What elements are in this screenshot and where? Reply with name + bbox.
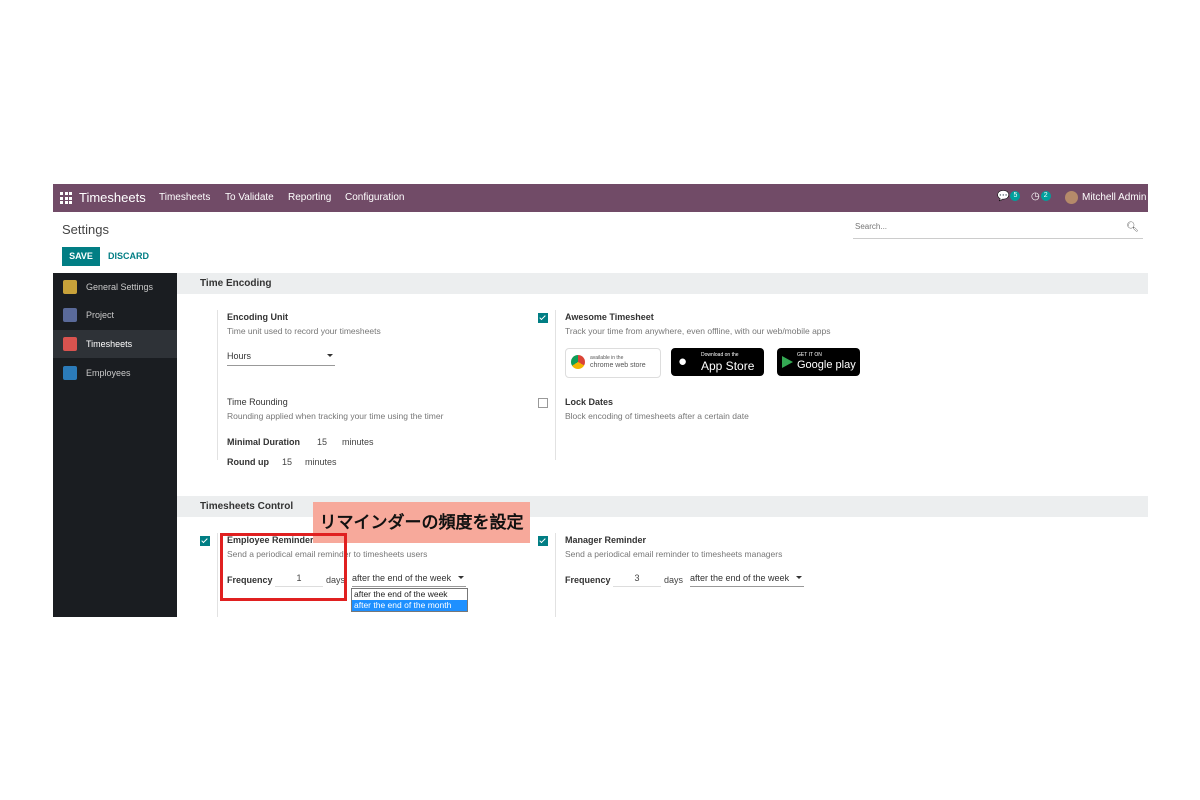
manager-period-select[interactable]: after the end of the week [690,573,804,587]
save-button[interactable]: SAVE [62,247,100,266]
awesome-timesheet-checkbox[interactable] [538,313,548,323]
lock-dates-desc: Block encoding of timesheets after a cer… [565,411,749,421]
avatar [1065,191,1078,204]
top-navbar: Timesheets Timesheets To Validate Report… [53,184,1148,212]
manager-reminder-checkbox[interactable] [538,536,548,546]
chat-icon: 💬 [997,191,1010,202]
page-title: Settings [62,222,109,237]
minimal-duration-label: Minimal Duration [227,437,301,447]
encoding-unit-label: Encoding Unit [227,312,288,322]
play-icon [782,356,793,368]
manager-frequency-input[interactable]: 3 [613,573,661,587]
chevron-down-icon [327,354,333,357]
sidebar-item-label: Employees [86,368,131,378]
round-up-unit: minutes [305,457,337,467]
search-input[interactable] [853,221,1117,232]
discard-button[interactable]: DISCARD [108,247,149,266]
people-icon [63,366,77,380]
encoding-unit-desc: Time unit used to record your timesheets [227,326,381,336]
menu-to-validate[interactable]: To Validate [225,192,274,203]
menu-timesheets[interactable]: Timesheets [159,192,210,203]
employee-period-select[interactable]: after the end of the week [352,573,466,587]
round-up-label: Round up [227,457,269,467]
search-box[interactable]: 🔍︎ [853,221,1143,239]
sidebar-item-label: Timesheets [86,339,133,349]
messages-badge: 5 [1010,191,1021,201]
app-store-badge[interactable]: ● Download on the App Store [671,348,764,376]
section-header-time-encoding: Time Encoding [177,273,1148,294]
sidebar-item-label: Project [86,310,115,320]
manager-reminder-desc: Send a periodical email reminder to time… [565,549,783,559]
activities-button[interactable]: ◷ 2 [1031,191,1051,202]
dropdown-option[interactable]: after the end of the week [352,589,467,600]
manager-frequency-label: Frequency [565,575,611,585]
encoding-unit-select[interactable]: Hours [227,351,335,366]
google-play-badge[interactable]: GET IT ON Google play [777,348,860,376]
sidebar-item-project[interactable]: Project [53,301,177,329]
period-dropdown-list: after the end of the week after the end … [351,588,468,612]
minimal-duration-input[interactable]: 15 [317,437,327,447]
chrome-store-badge[interactable]: available in the chrome web store [565,348,661,378]
dropdown-option-selected[interactable]: after the end of the month [352,600,467,611]
awesome-timesheet-desc: Track your time from anywhere, even offl… [565,326,831,336]
menu-configuration[interactable]: Configuration [345,192,404,203]
user-menu[interactable]: Mitchell Admin [1065,191,1146,204]
user-name: Mitchell Admin [1082,192,1147,204]
time-rounding-label: Time Rounding [227,397,288,407]
search-icon[interactable]: 🔍︎ [1126,222,1139,233]
activities-badge: 2 [1040,191,1051,201]
puzzle-icon [63,308,77,322]
settings-sidebar: General Settings Project Timesheets Empl… [53,273,177,617]
app-brand[interactable]: Timesheets [79,190,146,205]
apps-grid-icon[interactable] [60,192,72,204]
clock-icon: ◷ [1031,191,1040,202]
awesome-timesheet-label: Awesome Timesheet [565,312,654,322]
odoo-window: Timesheets Timesheets To Validate Report… [53,184,1148,617]
lock-dates-checkbox[interactable] [538,398,548,408]
chevron-down-icon [458,576,464,579]
chrome-icon [571,355,585,369]
sidebar-item-general-settings[interactable]: General Settings [53,273,177,301]
menu-reporting[interactable]: Reporting [288,192,331,203]
sidebar-item-label: General Settings [86,282,154,292]
messages-button[interactable]: 💬 5 [997,191,1021,202]
highlight-box [220,533,347,601]
lock-dates-label: Lock Dates [565,397,614,407]
apple-icon: ● [678,353,688,370]
time-rounding-desc: Rounding applied when tracking your time… [227,411,444,421]
employee-reminder-checkbox[interactable] [200,536,210,546]
round-up-input[interactable]: 15 [282,457,292,467]
sidebar-item-employees[interactable]: Employees [53,359,177,387]
manager-frequency-unit: days [664,575,684,585]
sidebar-item-timesheets[interactable]: Timesheets [53,330,177,358]
gear-icon [63,280,77,294]
stopwatch-icon [63,337,77,351]
manager-reminder-label: Manager Reminder [565,535,647,545]
chevron-down-icon [796,576,802,579]
minimal-duration-unit: minutes [342,437,374,447]
